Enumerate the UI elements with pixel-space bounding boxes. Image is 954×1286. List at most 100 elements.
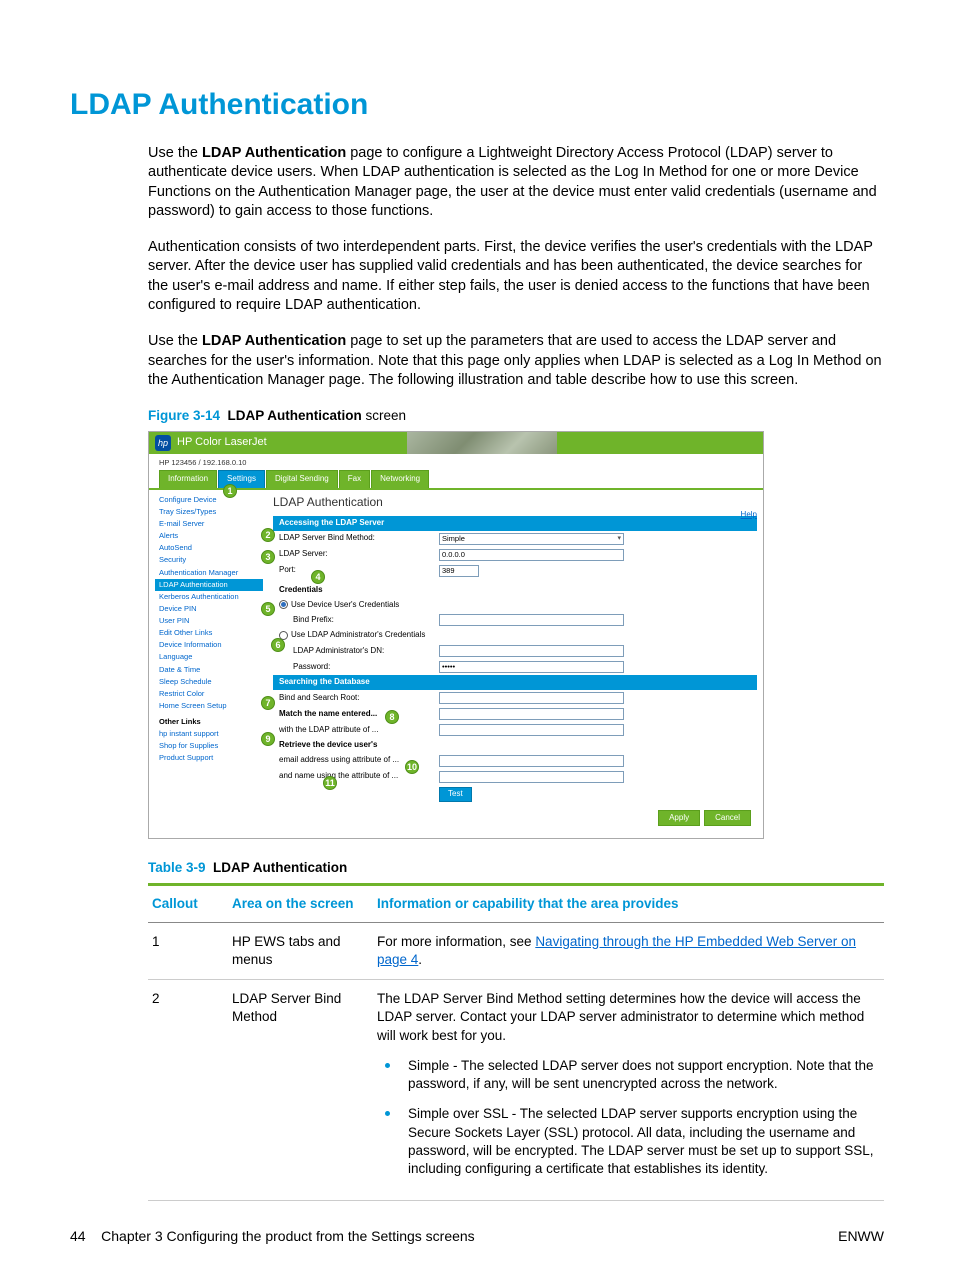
- text: Simple - The selected LDAP server does n…: [408, 1057, 876, 1093]
- figure-caption: Figure 3-14 LDAP Authentication screen: [148, 407, 884, 425]
- device-user-credentials-radio[interactable]: Use Device User's Credentials: [279, 600, 439, 611]
- cell-callout: 1: [148, 922, 228, 979]
- tab-fax[interactable]: Fax: [339, 470, 370, 488]
- figure-title-suffix: screen: [362, 408, 406, 423]
- doc-lang-code: ENWW: [838, 1227, 884, 1246]
- search-root-label: Bind and Search Root:: [279, 693, 439, 704]
- cancel-button[interactable]: Cancel: [704, 810, 751, 827]
- tab-digital-sending[interactable]: Digital Sending: [266, 470, 338, 488]
- retrieve-label-a: Retrieve the device user's: [279, 740, 439, 751]
- ldap-server-label: LDAP Server:: [279, 549, 439, 560]
- col-info: Information or capability that the area …: [373, 884, 884, 922]
- cell-area: LDAP Server Bind Method: [228, 980, 373, 1201]
- table-title: LDAP Authentication: [213, 860, 347, 875]
- search-root-input[interactable]: [439, 692, 624, 704]
- cell-callout: 2: [148, 980, 228, 1201]
- nav-item[interactable]: Restrict Color: [159, 688, 269, 700]
- callout-bubble-6: 6: [271, 638, 285, 652]
- email-attribute-input[interactable]: [439, 755, 624, 767]
- figure-title-bold: LDAP Authentication: [228, 408, 362, 423]
- text: .: [418, 952, 422, 967]
- nav-item-current[interactable]: LDAP Authentication: [155, 579, 263, 591]
- nav-item[interactable]: Security: [159, 554, 269, 566]
- nav-item[interactable]: Tray Sizes/Types: [159, 506, 269, 518]
- tab-information[interactable]: Information: [159, 470, 217, 488]
- text: Simple over SSL - The selected LDAP serv…: [408, 1105, 876, 1178]
- callout-bubble-4: 4: [311, 570, 325, 584]
- table-row: 2 LDAP Server Bind Method The LDAP Serve…: [148, 980, 884, 1201]
- password-label: Password:: [279, 662, 439, 673]
- product-name: HP Color LaserJet: [177, 435, 267, 450]
- callout-bubble-5: 5: [261, 602, 275, 616]
- test-button[interactable]: Test: [439, 787, 472, 802]
- bind-prefix-input[interactable]: [439, 614, 624, 626]
- chevron-down-icon: ▾: [617, 534, 621, 543]
- help-link[interactable]: Help: [741, 510, 757, 521]
- nav-item[interactable]: Shop for Supplies: [159, 740, 269, 752]
- match-attribute-input[interactable]: [439, 724, 624, 736]
- text: Use the: [148, 333, 202, 349]
- nav-item[interactable]: Alerts: [159, 530, 269, 542]
- nav-item[interactable]: Kerberos Authentication: [159, 591, 269, 603]
- nav-item[interactable]: Product Support: [159, 752, 269, 764]
- match-name-input[interactable]: [439, 708, 624, 720]
- nav-item[interactable]: User PIN: [159, 615, 269, 627]
- screenshot-header: hp HP Color LaserJet: [149, 432, 763, 454]
- callout-bubble-1: 1: [223, 484, 237, 498]
- nav-item[interactable]: Language: [159, 651, 269, 663]
- port-input[interactable]: 389: [439, 565, 479, 577]
- password-input[interactable]: •••••: [439, 661, 624, 673]
- text-bold: LDAP Authentication: [202, 333, 346, 349]
- ldap-server-input[interactable]: 0.0.0.0: [439, 549, 624, 561]
- cell-info: For more information, see Navigating thr…: [373, 922, 884, 979]
- ldap-screenshot: hp HP Color LaserJet HP 123456 / 192.168…: [148, 431, 764, 839]
- cell-info: The LDAP Server Bind Method setting dete…: [373, 980, 884, 1201]
- product-image: [407, 432, 557, 454]
- nav-item[interactable]: Home Screen Setup: [159, 700, 269, 712]
- nav-item[interactable]: Authentication Manager: [159, 567, 269, 579]
- section-bar-searching: Searching the Database: [273, 675, 757, 690]
- callout-bubble-10: 10: [405, 760, 419, 774]
- page-footer: 44 Chapter 3 Configuring the product fro…: [70, 1227, 884, 1246]
- nav-item[interactable]: Sleep Schedule: [159, 676, 269, 688]
- port-label: Port:: [279, 565, 439, 576]
- main-panel: LDAP Authentication Help Accessing the L…: [269, 490, 763, 839]
- match-name-label-b: with the LDAP attribute of ...: [279, 725, 439, 736]
- radio-on-icon: [279, 600, 288, 609]
- bind-method-select[interactable]: Simple ▾: [439, 533, 624, 545]
- callout-bubble-2: 2: [261, 528, 275, 542]
- bind-method-label: LDAP Server Bind Method:: [279, 533, 439, 544]
- table-number: Table 3-9: [148, 860, 206, 875]
- tab-networking[interactable]: Networking: [371, 470, 429, 488]
- page-number: 44: [70, 1228, 86, 1244]
- col-area: Area on the screen: [228, 884, 373, 922]
- sidebar-nav: Configure Device Tray Sizes/Types E-mail…: [149, 490, 269, 839]
- callout-bubble-8: 8: [385, 710, 399, 724]
- name-attribute-input[interactable]: [439, 771, 624, 783]
- callout-bubble-11: 11: [323, 776, 337, 790]
- apply-button[interactable]: Apply: [658, 810, 700, 827]
- radio-label: Use Device User's Credentials: [291, 600, 399, 609]
- callout-bubble-7: 7: [261, 696, 275, 710]
- text-bold: LDAP Authentication: [202, 145, 346, 161]
- table-row: 1 HP EWS tabs and menus For more informa…: [148, 922, 884, 979]
- list-item: Simple over SSL - The selected LDAP serv…: [377, 1105, 876, 1178]
- admin-dn-input[interactable]: [439, 645, 624, 657]
- callout-bubble-3: 3: [261, 550, 275, 564]
- text: Use the: [148, 145, 202, 161]
- nav-item[interactable]: AutoSend: [159, 542, 269, 554]
- credentials-header: Credentials: [279, 585, 439, 596]
- nav-item[interactable]: Configure Device: [159, 494, 269, 506]
- nav-item[interactable]: E-mail Server: [159, 518, 269, 530]
- nav-item[interactable]: Device PIN: [159, 603, 269, 615]
- bind-method-value: Simple: [442, 534, 465, 544]
- device-address: HP 123456 / 192.168.0.10: [149, 454, 763, 470]
- nav-item[interactable]: hp instant support: [159, 728, 269, 740]
- panel-title: LDAP Authentication: [273, 494, 757, 510]
- callout-table: Callout Area on the screen Information o…: [148, 883, 884, 1202]
- nav-item[interactable]: Date & Time: [159, 664, 269, 676]
- admin-credentials-radio[interactable]: Use LDAP Administrator's Credentials: [279, 630, 439, 641]
- nav-item[interactable]: Device Information: [159, 639, 269, 651]
- intro-para-2: Authentication consists of two interdepe…: [148, 238, 884, 316]
- nav-item[interactable]: Edit Other Links: [159, 627, 269, 639]
